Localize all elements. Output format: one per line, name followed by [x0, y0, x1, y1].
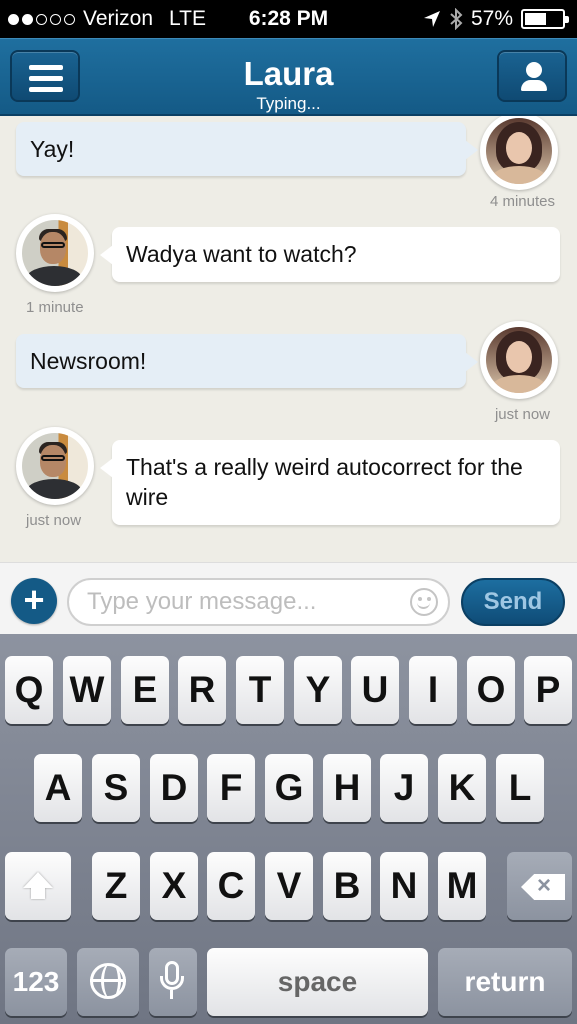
message-bubble-outgoing: Wadya want to watch? — [100, 227, 560, 282]
message-bubble-incoming: Yay! — [16, 122, 478, 176]
key-h[interactable]: H — [323, 754, 371, 822]
avatar-laura[interactable] — [480, 321, 558, 399]
profile-button[interactable] — [497, 50, 567, 102]
space-key[interactable]: space — [207, 948, 428, 1016]
key-d[interactable]: D — [150, 754, 198, 822]
key-l[interactable]: L — [496, 754, 544, 822]
key-r[interactable]: R — [178, 656, 226, 724]
message-timestamp: just now — [494, 406, 550, 423]
key-q[interactable]: Q — [5, 656, 53, 724]
key-w[interactable]: W — [63, 656, 111, 724]
numbers-key[interactable]: 123 — [5, 948, 67, 1016]
key-u[interactable]: U — [351, 656, 399, 724]
key-i[interactable]: I — [409, 656, 457, 724]
keyboard: Q W E R T Y U I O P A S D F G H J K L Z … — [0, 634, 577, 1024]
key-x[interactable]: X — [150, 852, 198, 920]
message-text: Newsroom! — [30, 348, 147, 374]
battery-percentage: 57% — [470, 7, 513, 30]
key-s[interactable]: S — [92, 754, 140, 822]
message-text: Wadya want to watch? — [126, 241, 357, 267]
message-bubble-outgoing: That's a really weird autocorrect for th… — [100, 440, 560, 525]
key-n[interactable]: N — [380, 852, 428, 920]
key-a[interactable]: A — [34, 754, 82, 822]
dictation-key[interactable] — [149, 948, 197, 1016]
key-b[interactable]: B — [323, 852, 371, 920]
shift-arrow-icon — [23, 872, 53, 902]
key-o[interactable]: O — [467, 656, 515, 724]
message-timestamp: 1 minute — [26, 299, 84, 316]
battery-icon — [521, 9, 569, 29]
message-text: Yay! — [30, 136, 75, 162]
avatar-laura[interactable] — [480, 116, 558, 190]
person-icon — [521, 62, 547, 92]
avatar-me[interactable] — [16, 427, 94, 505]
key-y[interactable]: Y — [294, 656, 342, 724]
shift-key[interactable] — [5, 852, 71, 920]
avatar-me[interactable] — [16, 214, 94, 292]
message-input[interactable] — [67, 578, 450, 626]
globe-key[interactable] — [77, 948, 139, 1016]
message-timestamp: 4 minutes — [489, 193, 555, 210]
message-timestamp: just now — [26, 512, 82, 529]
key-j[interactable]: J — [380, 754, 428, 822]
delete-key[interactable]: × — [507, 852, 572, 920]
emoji-icon[interactable] — [410, 588, 438, 616]
key-p[interactable]: P — [524, 656, 572, 724]
key-m[interactable]: M — [438, 852, 486, 920]
return-key[interactable]: return — [438, 948, 572, 1016]
message-bubble-incoming: Newsroom! — [16, 334, 478, 388]
location-arrow-icon — [423, 11, 440, 27]
key-z[interactable]: Z — [92, 852, 140, 920]
conversation-title: Laura — [243, 55, 334, 92]
message-composer: + Send — [0, 562, 577, 634]
key-v[interactable]: V — [265, 852, 313, 920]
nav-bar: Laura Typing... — [0, 38, 577, 116]
status-bar: Verizon LTE 6:28 PM 57% — [0, 0, 577, 38]
typing-status: Typing... — [256, 94, 321, 113]
message-list[interactable]: Yay! 4 minutes Wadya want to watch? 1 mi… — [0, 116, 577, 562]
key-f[interactable]: F — [207, 754, 255, 822]
key-g[interactable]: G — [265, 754, 313, 822]
send-button[interactable]: Send — [461, 578, 565, 626]
globe-icon — [90, 963, 126, 999]
message-text: That's a really weird autocorrect for th… — [126, 454, 523, 510]
key-c[interactable]: C — [207, 852, 255, 920]
bluetooth-icon — [450, 8, 463, 30]
key-e[interactable]: E — [121, 656, 169, 724]
key-t[interactable]: T — [236, 656, 284, 724]
key-k[interactable]: K — [438, 754, 486, 822]
add-attachment-button[interactable]: + — [11, 578, 57, 624]
